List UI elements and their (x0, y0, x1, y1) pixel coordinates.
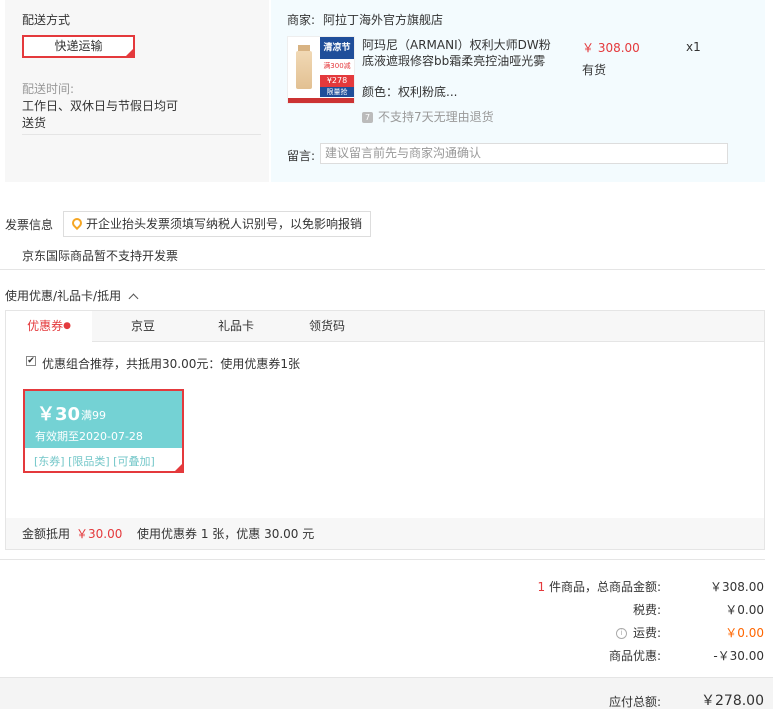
product-image-tag: 满300减30 (320, 59, 354, 84)
combo-checkbox[interactable]: ✔ (26, 356, 36, 366)
coupon-expiry: 有效期至2020-07-28 (35, 430, 143, 443)
item-count: 1 (537, 580, 546, 594)
product-name[interactable]: 阿玛尼（ARMANI）权利大师DW粉 底液遮瑕修容bb霜柔亮控油哑光雾 (362, 37, 552, 69)
product-image-banner: 清凉节 (320, 37, 354, 59)
return-policy: 7 不支持7天无理由退货 (362, 108, 494, 125)
coupon-amount: ￥30 (37, 404, 81, 425)
goods-total-label: 1 件商品，总商品金额: (361, 578, 661, 595)
tab-coupons-label: 优惠券 (27, 319, 64, 333)
info-icon[interactable]: i (615, 628, 627, 639)
discount-heading-text: 使用优惠/礼品卡/抵用 (5, 289, 122, 303)
discount-footer-label: 金额抵用 (22, 527, 71, 541)
tab-coupons[interactable]: 优惠券● (6, 311, 92, 342)
stock-status: 有货 (582, 63, 607, 77)
product-color: 颜色：权利粉底... (362, 85, 458, 99)
chevron-up-icon (128, 293, 139, 304)
discount-heading[interactable]: 使用优惠/礼品卡/抵用 (5, 287, 139, 304)
required-star-icon: ● (63, 321, 71, 331)
selected-check-icon (125, 48, 134, 57)
shipping-heading: 配送方式 (22, 13, 71, 27)
tax-value: ￥0.00 (725, 603, 764, 617)
discount-footer-summary: 使用优惠券 1 张，优惠 30.00 元 (137, 527, 315, 541)
location-pin-icon (69, 215, 85, 231)
merchant-name[interactable]: 阿拉丁海外官方旗舰店 (323, 11, 443, 28)
selected-check-icon (174, 463, 183, 472)
promo-value: -￥30.00 (713, 649, 764, 663)
combo-text: 优惠组合推荐，共抵用30.00元：使用优惠券1张 (42, 357, 300, 371)
note-label: 留言: (287, 149, 316, 163)
tab-gift-card[interactable]: 礼品卡 (193, 311, 279, 342)
no-return-icon: 7 (362, 112, 373, 123)
invoice-tip: 开企业抬头发票须填写纳税人识别号，以免影响报销 (63, 211, 372, 237)
payable-label: 应付总额: (608, 695, 661, 709)
divider (22, 134, 261, 135)
delivery-time-text-cont: 送货 (22, 116, 47, 130)
invoice-heading: 发票信息 (5, 218, 54, 232)
tab-jingdou[interactable]: 京豆 (100, 311, 186, 342)
merchant-label: 商家: (287, 13, 316, 27)
shipping-method-button[interactable]: 快递运输 (22, 35, 135, 58)
shipping-fee-label-text: 运费: (632, 626, 661, 640)
return-policy-text: 不支持7天无理由退货 (378, 110, 494, 124)
product-name-line: 底液遮瑕修容bb霜柔亮控油哑光雾 (362, 54, 546, 68)
shipping-fee-label: i 运费: (361, 624, 661, 641)
coupon-tags: [东券] [限品类] [可叠加] (34, 455, 155, 468)
delivery-time-text: 工作日、双休日与节假日均可 (22, 99, 179, 113)
item-count-suffix: 件商品，总商品金额: (548, 580, 661, 594)
invoice-tip-text: 开企业抬头发票须填写纳税人识别号，以免影响报销 (86, 217, 363, 231)
payable-value: ￥278.00 (701, 693, 764, 709)
shipping-method-label: 快递运输 (54, 39, 103, 53)
coupon-card[interactable]: ￥30 满99 有效期至2020-07-28 [东券] [限品类] [可叠加] (23, 389, 184, 473)
discount-footer-amount: ￥30.00 (76, 527, 123, 541)
goods-total-value: ￥308.00 (710, 580, 764, 594)
delivery-time-heading: 配送时间: (22, 82, 75, 96)
product-image[interactable]: 清凉节 满300减30 ¥278 限量抢 (287, 36, 355, 104)
coupon-card-header: ￥30 满99 有效期至2020-07-28 (25, 391, 182, 448)
product-price: ￥ 308.00 (582, 41, 640, 55)
product-quantity: x1 (686, 40, 701, 54)
promo-label: 商品优惠: (608, 649, 661, 663)
tab-redeem-code[interactable]: 领货码 (284, 311, 370, 342)
coupon-condition: 满99 (81, 409, 106, 422)
divider (0, 269, 765, 270)
invoice-notice: 京东国际商品暂不支持开发票 (22, 249, 179, 263)
divider (0, 559, 765, 560)
product-image-tag: 限量抢 (320, 87, 354, 97)
shipping-fee-value: ￥0.00 (725, 626, 764, 640)
tax-label: 税费: (632, 603, 661, 617)
product-name-line: 阿玛尼（ARMANI）权利大师DW粉 (362, 38, 551, 52)
note-input[interactable]: 建议留言前先与商家沟通确认 (320, 143, 728, 164)
product-image-price: ¥278 (320, 75, 354, 87)
